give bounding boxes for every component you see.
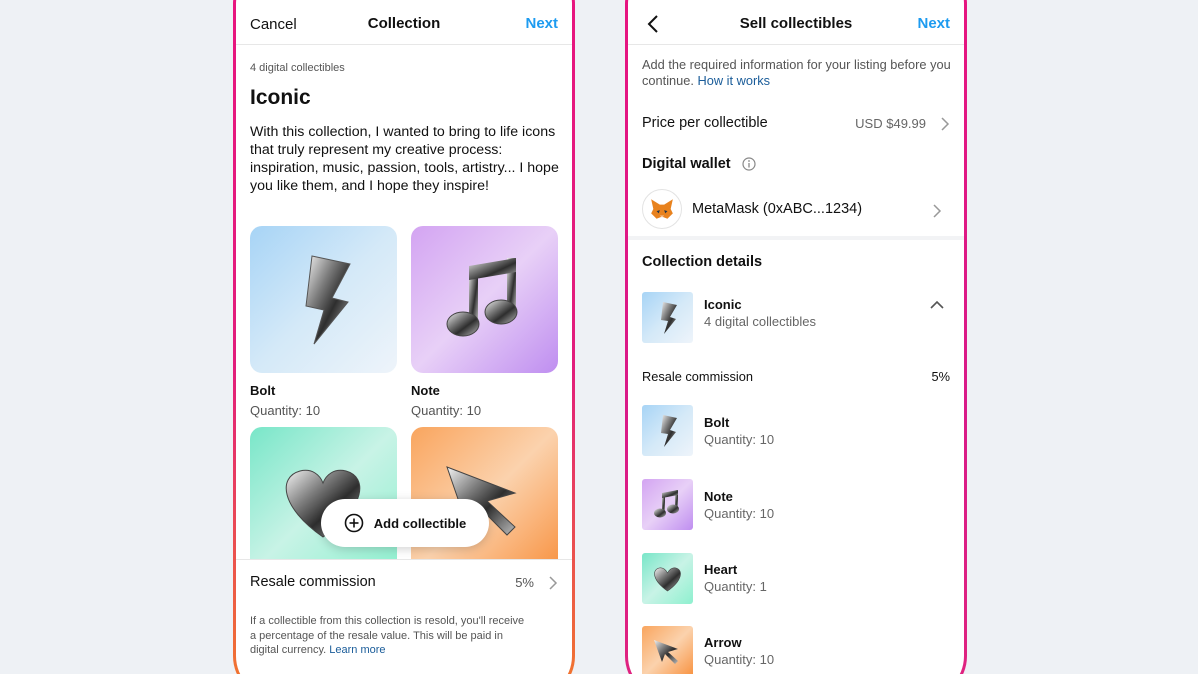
price-label: Price per collectible [642,115,768,131]
listing-intro: Add the required information for your li… [642,57,952,89]
music-note-icon [642,479,693,530]
metamask-avatar [642,189,682,229]
collectible-name: Bolt [250,383,276,398]
collection-title: Iconic [250,86,311,109]
resale-commission-value: 5% [515,575,534,590]
collection-details-heading: Collection details [642,254,763,270]
music-note-icon [411,226,558,373]
collection-name: Iconic [704,297,742,312]
resale-commission-value: 5% [931,369,951,384]
add-collectible-button[interactable]: Add collectible [321,499,489,547]
price-value: USD $49.99 [855,116,926,131]
next-button[interactable]: Next [917,15,950,32]
collection-count: 4 digital collectibles [704,314,817,329]
collectible-tile-bolt[interactable] [250,226,397,373]
chevron-right-icon [549,576,558,590]
how-it-works-link[interactable]: How it works [698,73,771,88]
item-quantity: Quantity: 10 [704,506,775,521]
item-thumbnail-note [642,479,693,530]
item-name: Heart [704,562,738,577]
intro-text: Add the required information for your li… [642,57,951,88]
learn-more-link[interactable]: Learn more [329,644,385,656]
plus-circle-icon [344,513,364,533]
digital-wallet-heading: Digital wallet [642,156,731,172]
chevron-up-icon[interactable] [930,300,944,309]
fine-print-text: If a collectible from this collection is… [250,615,525,656]
add-collectible-label: Add collectible [373,515,467,531]
screen-title: Sell collectibles [739,15,853,32]
item-quantity: Quantity: 10 [704,432,775,447]
screen-title: Collection [367,15,441,32]
item-thumbnail-arrow [642,626,693,674]
right-phone-frame: Sell collectibles Next Add the required … [625,0,967,674]
item-thumbnail-bolt [642,405,693,456]
collectible-name: Note [411,383,440,398]
sell-header: Sell collectibles Next [628,3,964,45]
wallet-name[interactable]: MetaMask (0xABC...1234) [692,201,862,217]
left-phone-frame: Cancel Collection Next 4 digital collect… [233,0,575,674]
sell-collectibles-screen: Sell collectibles Next Add the required … [628,0,964,674]
bolt-icon [250,226,397,373]
item-thumbnail-heart [642,553,693,604]
bolt-icon [642,405,693,456]
metamask-fox-icon [651,199,673,219]
chevron-right-icon [933,204,942,218]
price-row[interactable]: Price per collectible USD $49.99 [628,109,964,139]
collection-header: Cancel Collection Next [236,3,572,45]
item-quantity: Quantity: 10 [704,652,775,667]
collection-thumbnail [642,292,693,343]
bolt-icon [642,292,693,343]
collection-description: With this collection, I wanted to bring … [250,124,559,194]
item-name: Note [704,489,733,504]
heart-icon [642,553,693,604]
resale-commission-label: Resale commission [642,369,753,384]
section-divider [628,236,964,240]
item-name: Arrow [704,635,742,650]
collection-screen: Cancel Collection Next 4 digital collect… [236,0,572,674]
collectible-quantity: Quantity: 10 [411,403,482,418]
collectible-count-label: 4 digital collectibles [250,62,345,74]
resale-fine-print: If a collectible from this collection is… [250,614,530,658]
resale-commission-label: Resale commission [250,574,376,590]
collectible-tile-note[interactable] [411,226,558,373]
cursor-arrow-icon [642,626,693,674]
item-quantity: Quantity: 1 [704,579,767,594]
resale-commission-row[interactable]: Resale commission 5% [236,559,572,605]
next-button[interactable]: Next [525,15,558,32]
chevron-right-icon [941,117,950,131]
info-icon[interactable] [742,157,756,171]
collectible-quantity: Quantity: 10 [250,403,321,418]
item-name: Bolt [704,415,730,430]
